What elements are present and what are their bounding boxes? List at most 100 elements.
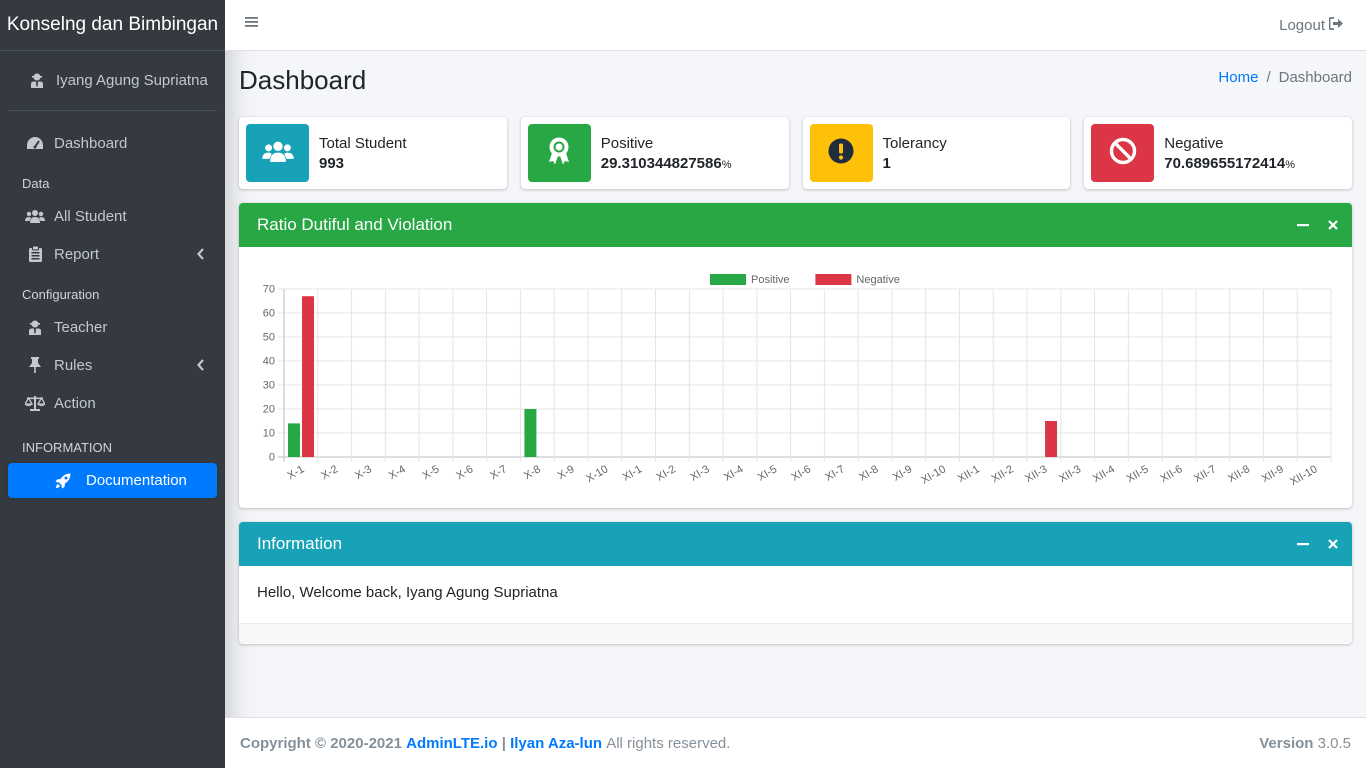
x-tick-label: X-4 — [387, 463, 408, 482]
nav-teacher[interactable]: Teacher — [8, 308, 217, 346]
nav-rules[interactable]: Rules — [8, 346, 217, 384]
welcome-message: Hello, Welcome back, Iyang Agung Supriat… — [257, 584, 558, 601]
x-tick-label: XII-4 — [1091, 463, 1117, 485]
y-tick-label: 70 — [263, 284, 275, 296]
y-tick-label: 40 — [263, 356, 275, 368]
breadcrumb-separator: / — [1266, 69, 1271, 86]
users-icon — [24, 209, 46, 223]
chart-card: Ratio Dutiful and Violation 0 10 20 30 40 50 6… — [239, 203, 1352, 508]
positive-value: 29.310344827586 — [600, 154, 722, 172]
chart-card-header: Ratio Dutiful and Violation — [239, 203, 1352, 247]
x-tick-label: X-2 — [319, 463, 340, 482]
info-value-total-student: 993 — [319, 154, 345, 172]
info-value-positive: 29.310344827586% — [601, 155, 732, 172]
ban-icon — [1109, 137, 1137, 170]
x-tick-label: XII-5 — [1125, 463, 1151, 485]
footer-separator: | — [501, 734, 506, 752]
bar-positive — [288, 423, 300, 457]
page-title: Dashboard — [239, 65, 367, 95]
bar-negative — [1045, 421, 1058, 457]
rocket-icon — [52, 473, 74, 489]
info-icon-positive — [527, 124, 591, 182]
chart-card-title: Ratio Dutiful and Violation — [257, 215, 453, 234]
close-icon[interactable] — [1326, 215, 1340, 235]
y-tick-label: 20 — [263, 404, 275, 416]
nav-dashboard[interactable]: Dashboard — [8, 124, 217, 162]
x-tick-label: XII-6 — [1158, 463, 1184, 485]
tachometer-icon — [24, 136, 46, 150]
chevron-left-icon — [197, 358, 205, 375]
y-tick-label: 60 — [263, 308, 275, 320]
bar-chart: 0 10 20 30 40 50 60 70 X-1 X-2 X-3 X-4 X-5 X-6 X-7 X-8 X… — [263, 274, 1332, 488]
info-box-row: Total Student 993 Positive 29.3103448275… — [239, 117, 1352, 189]
hamburger-menu-icon[interactable] — [245, 15, 259, 34]
brand-title[interactable]: Konselng dan Bimbingan — [0, 0, 225, 51]
clipboard-list-icon — [24, 246, 46, 262]
close-icon[interactable] — [1326, 534, 1340, 554]
info-box-tolerancy: Tolerancy 1 — [802, 117, 1071, 189]
info-icon-tolerancy — [809, 124, 873, 182]
x-tick-label: X-8 — [522, 463, 543, 482]
info-box-total-student: Total Student 993 — [239, 117, 507, 189]
card-tools — [1296, 215, 1340, 235]
breadcrumb-home-link[interactable]: Home — [1218, 69, 1258, 86]
user-tie-icon — [24, 320, 46, 335]
information-card-body: Hello, Welcome back, Iyang Agung Supriat… — [239, 566, 1352, 623]
information-card-title: Information — [257, 534, 343, 553]
nav-header-configuration: Configuration — [22, 287, 100, 302]
nav-all-student[interactable]: All Student — [8, 197, 217, 235]
info-box-positive: Positive 29.310344827586% — [520, 117, 789, 189]
y-tick-label: 30 — [263, 380, 275, 392]
exclamation-circle-icon — [828, 138, 854, 169]
info-value-tolerancy: 1 — [882, 154, 891, 172]
info-icon-total-student — [246, 124, 309, 182]
adminlte-link[interactable]: AdminLTE.io — [406, 735, 497, 752]
x-tick-label: XI-4 — [722, 463, 745, 483]
y-tick-label: 10 — [263, 428, 275, 440]
x-tick-label: X-6 — [454, 463, 475, 482]
x-tick-label: XII-7 — [1192, 463, 1218, 485]
x-tick-label: XII-9 — [1260, 463, 1286, 485]
author-link[interactable]: Ilyan Aza-lun — [510, 735, 602, 752]
card-tools — [1296, 534, 1340, 554]
positive-unit: % — [721, 158, 732, 171]
x-tick-label: XI-3 — [688, 463, 711, 483]
collapse-minus-icon[interactable] — [1296, 215, 1310, 235]
x-tick-label: X-9 — [556, 463, 577, 482]
x-tick-label: XI-6 — [790, 463, 813, 483]
sidebar: Konselng dan Bimbingan Iyang Agung Supri… — [0, 0, 225, 768]
info-icon-negative — [1091, 124, 1155, 182]
x-tick-label: XII-3 — [1057, 463, 1083, 485]
information-card-header: Information — [239, 522, 1352, 566]
bar-negative — [302, 296, 314, 457]
nav-documentation[interactable]: Documentation — [8, 463, 217, 498]
x-tick-label: XI-8 — [857, 463, 880, 483]
info-label-negative: Negative — [1164, 134, 1224, 152]
users-icon — [261, 140, 295, 167]
version-label: Version — [1259, 734, 1314, 752]
nav-all-student-label: All Student — [54, 207, 127, 225]
x-tick-label: X-3 — [353, 463, 374, 482]
thumbtack-icon — [24, 357, 46, 373]
sign-out-icon — [1328, 17, 1344, 34]
breadcrumb-current: Dashboard — [1278, 69, 1352, 86]
logout-link[interactable]: Logout — [1279, 17, 1344, 34]
rights-text: All rights reserved. — [606, 734, 731, 752]
page-footer: Copyright © 2020-2021 AdminLTE.io | Ilya… — [225, 717, 1366, 768]
info-box-negative: Negative 70.689655172414% — [1084, 117, 1352, 189]
breadcrumb: Home / Dashboard — [1218, 69, 1352, 86]
collapse-minus-icon[interactable] — [1296, 534, 1310, 554]
nav-report[interactable]: Report — [8, 235, 217, 273]
user-panel[interactable]: Iyang Agung Supriatna — [8, 51, 217, 111]
x-tick-label: XI-7 — [823, 463, 846, 483]
legend-label: Negative — [856, 274, 899, 286]
x-tick-label: XII-1 — [956, 463, 982, 485]
top-navbar: Logout — [225, 0, 1366, 51]
legend-swatch — [815, 274, 852, 285]
y-tick-label: 50 — [263, 332, 275, 344]
y-tick-label: 0 — [269, 452, 275, 464]
nav-header-information: INFORMATION — [22, 440, 113, 455]
nav-rules-label: Rules — [54, 356, 93, 374]
nav-action[interactable]: Action — [8, 384, 217, 422]
x-tick-label: XII-3 — [1023, 463, 1049, 485]
